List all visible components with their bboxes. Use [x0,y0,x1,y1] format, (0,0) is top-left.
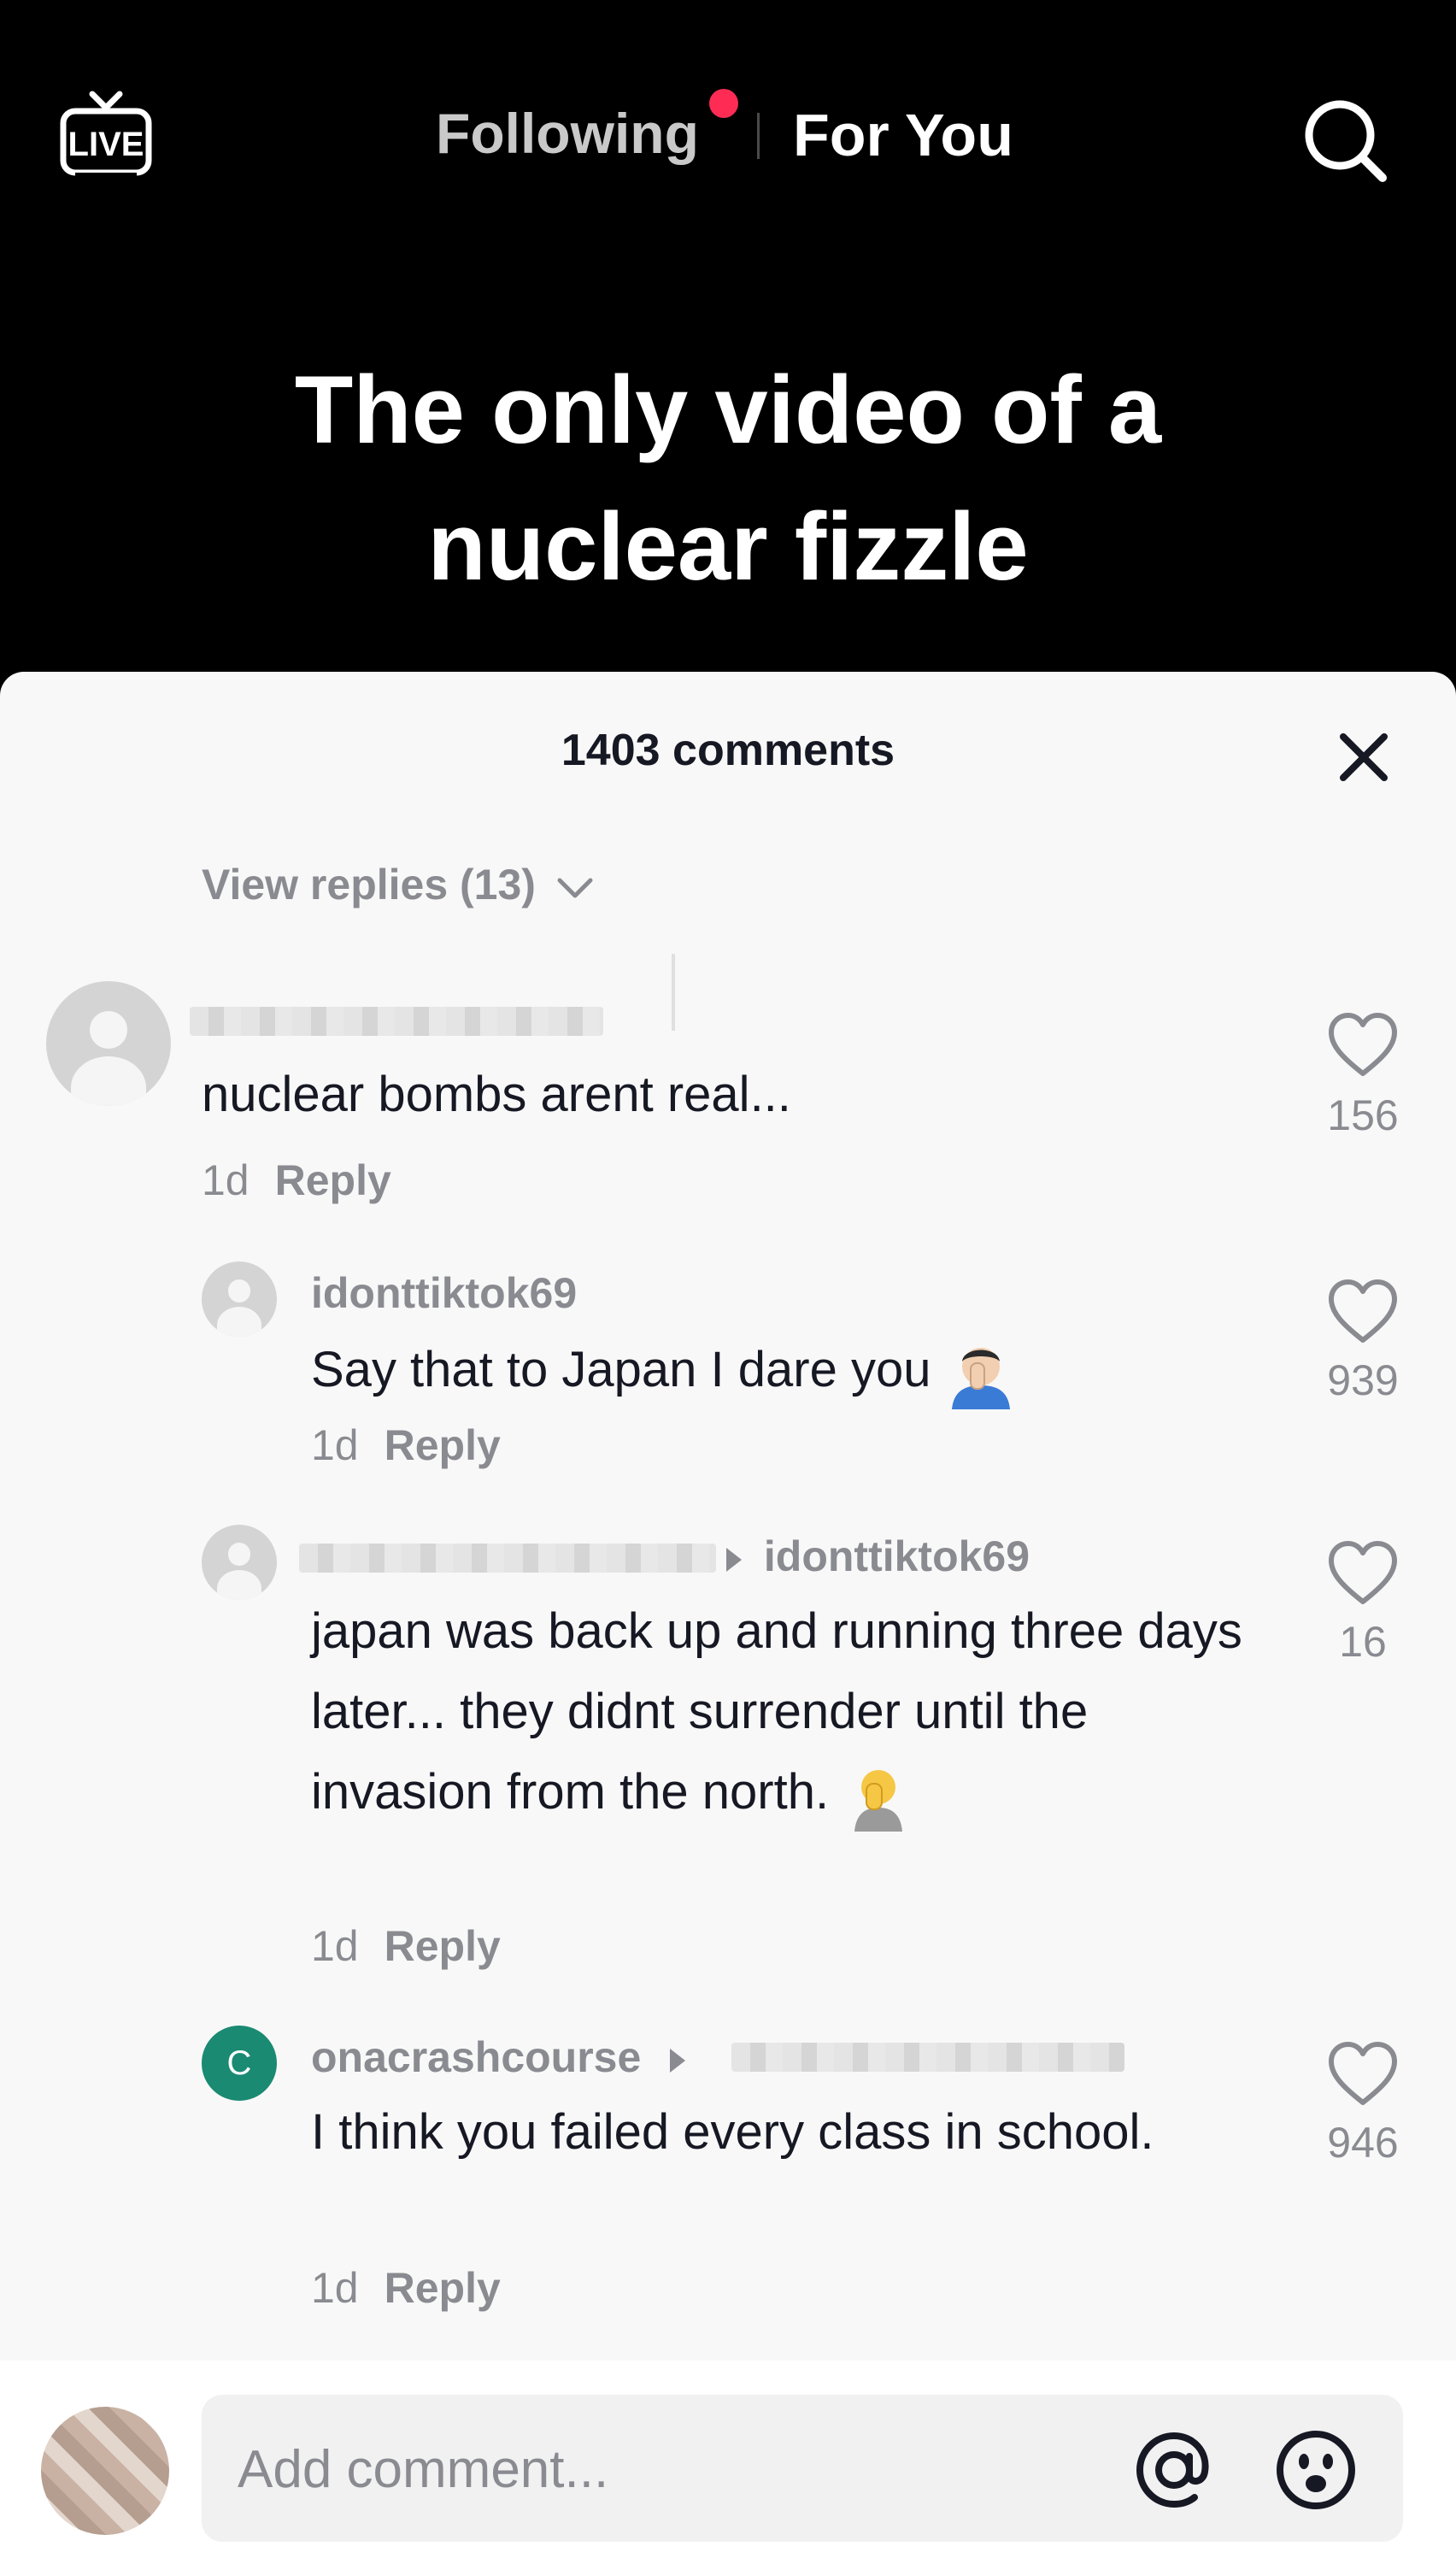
comment-meta: 1d Reply [311,2263,501,2313]
top-nav: LIVE Following For You The only video of… [0,0,1456,675]
comment-meta: 1d Reply [311,1921,501,1971]
view-replies-label: View replies (13) [202,861,536,909]
avatar[interactable] [202,1525,277,1600]
reply-to-target: idonttiktok69 [726,1532,1030,1581]
tab-divider [757,113,760,159]
username-redacted [190,1007,603,1036]
reply-button[interactable]: Reply [385,1922,501,1970]
username: onacrashcourse [311,2032,686,2082]
reply-button[interactable]: Reply [275,1156,391,1204]
like-count: 16 [1339,1618,1387,1666]
username[interactable]: idonttiktok69 [311,1268,577,1318]
heart-icon[interactable] [1326,1538,1400,1607]
like-count: 156 [1327,1091,1399,1139]
facepalm-emoji-icon [951,1347,1010,1409]
comment-text: japan was back up and running three days… [311,1591,1259,1832]
emoji-icon[interactable] [1273,2427,1359,2513]
reply-arrow-icon [726,1547,742,1572]
reply-arrow-icon [670,2048,686,2073]
username-redacted [299,1544,716,1573]
tab-for-you[interactable]: For You [793,101,1013,169]
reply-button[interactable]: Reply [385,2264,501,2312]
caption-line-1: The only video of a [294,356,1162,463]
comment-text: Say that to Japan I dare you [311,1330,1336,1410]
reply-to-username[interactable]: idonttiktok69 [764,1532,1030,1580]
reply-button[interactable]: Reply [385,1421,501,1469]
facepalm-emoji-icon [854,1769,903,1832]
live-icon[interactable]: LIVE [58,85,154,188]
comment-time: 1d [311,2264,359,2312]
comments-count-title: 1403 comments [561,726,895,775]
view-replies-button[interactable]: View replies (13) [202,860,594,909]
avatar[interactable]: C [202,2026,277,2101]
avatar[interactable] [202,1261,277,1337]
live-label: LIVE [68,126,144,163]
username-link[interactable]: onacrashcourse [311,2033,641,2081]
heart-icon[interactable] [1326,1277,1400,1345]
tab-following[interactable]: Following [436,101,699,166]
redaction-edge [672,954,675,1031]
heart-icon[interactable] [1326,2039,1400,2108]
heart-icon[interactable] [1326,1010,1400,1079]
comment-time: 1d [311,1421,359,1469]
close-icon[interactable] [1331,725,1396,790]
avatar[interactable] [46,981,171,1106]
comment-time: 1d [202,1156,250,1204]
comments-sheet: 1403 comments View replies (13) nuclear … [0,672,1456,2564]
notification-dot [709,89,738,118]
like-count: 946 [1327,2119,1399,2167]
comment-meta: 1d Reply [202,1156,391,1205]
comment-input[interactable] [236,2395,1094,2543]
chevron-down-icon [557,878,593,898]
video-caption: The only video of a nuclear fizzle [0,342,1456,615]
search-icon[interactable] [1300,96,1389,185]
comment-text: I think you failed every class in school… [311,2104,1154,2160]
comment-input-container [202,2395,1403,2543]
comment-text-body: japan was back up and running three days… [311,1603,1242,1820]
comment-text-body: Say that to Japan I dare you [311,1342,931,1397]
comment-meta: 1d Reply [311,1420,501,1470]
comment-input-bar [0,2361,1456,2564]
comment-text: nuclear bombs arent real... [202,1067,791,1122]
comment-time: 1d [311,1922,359,1970]
avatar[interactable] [41,2407,169,2535]
like-count: 939 [1327,1356,1399,1404]
caption-line-2: nuclear fizzle [427,493,1029,600]
reply-to-redacted [731,2043,1124,2072]
mention-icon[interactable] [1131,2427,1217,2513]
